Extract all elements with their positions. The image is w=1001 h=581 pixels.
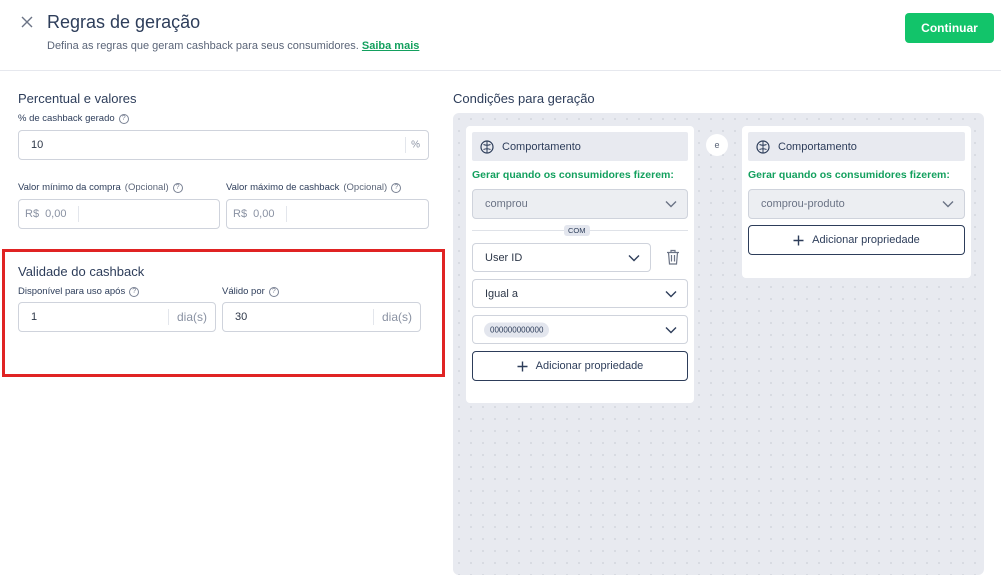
add-property-label: Adicionar propriedade [812, 234, 920, 246]
page-title: Regras de geração [47, 12, 201, 32]
continue-button[interactable]: Continuar [905, 13, 994, 43]
chevron-down-icon [665, 326, 677, 333]
card-header: Comportamento [472, 132, 688, 161]
field-divider [286, 206, 287, 222]
max-cashback-label-text: Valor máximo de cashback [226, 182, 340, 193]
optional-tag: (Opcional) [343, 182, 388, 193]
currency-symbol: R$ [25, 208, 40, 220]
value-select[interactable]: 000000000000 [472, 315, 688, 344]
chevron-down-icon [665, 201, 677, 208]
available-after-input[interactable]: 1 dia(s) [18, 302, 216, 332]
days-suffix: dia(s) [381, 310, 412, 324]
section-title-conditions: Condições para geração [453, 91, 595, 106]
currency-prefix: R$ 0,00 [233, 208, 274, 220]
valid-for-input[interactable]: 30 dia(s) [222, 302, 421, 332]
action-select-value: comprou-produto [761, 198, 845, 210]
max-cashback-label: Valor máximo de cashback (Opcional) ? [226, 182, 402, 193]
valid-for-label: Válido por ? [222, 286, 279, 297]
available-after-value: 1 [31, 311, 38, 323]
valid-for-value: 30 [235, 311, 248, 323]
chevron-down-icon [665, 290, 677, 297]
action-select[interactable]: comprou [472, 189, 688, 219]
cashback-percent-input[interactable]: 10 % [18, 130, 429, 160]
min-purchase-label: Valor mínimo da compra (Opcional) ? [18, 182, 183, 193]
currency-symbol: R$ [233, 208, 248, 220]
cashback-percent-value: 10 [31, 139, 44, 151]
behavior-card-2: Comportamento Gerar quando os consumidor… [742, 126, 971, 278]
card-instruction: Gerar quando os consumidores fizerem: [472, 169, 674, 181]
add-property-button[interactable]: Adicionar propriedade [748, 225, 965, 255]
behavior-card-1: Comportamento Gerar quando os consumidor… [466, 126, 694, 403]
info-icon[interactable]: ? [118, 113, 129, 124]
operator-select[interactable]: Igual a [472, 279, 688, 308]
chevron-down-icon [942, 201, 954, 208]
card-instruction: Gerar quando os consumidores fizerem: [748, 169, 950, 181]
available-after-label-text: Disponível para uso após [18, 286, 126, 297]
section-title-validity: Validade do cashback [18, 264, 145, 279]
card-header-label: Comportamento [778, 140, 857, 153]
operator-select-value: Igual a [485, 287, 519, 300]
card-header: Comportamento [748, 132, 965, 161]
percent-suffix: % [411, 139, 420, 151]
min-purchase-input[interactable]: R$ 0,00 [18, 199, 220, 229]
max-cashback-placeholder: 0,00 [253, 208, 275, 220]
info-icon[interactable]: ? [268, 286, 279, 297]
cashback-percent-label-text: % de cashback gerado [18, 113, 115, 124]
plus-icon [793, 235, 804, 245]
plus-icon [517, 361, 528, 371]
section-title-percent: Percentual e valores [18, 91, 137, 106]
subtitle-text: Defina as regras que geram cashback para… [47, 40, 359, 52]
field-divider [405, 137, 406, 153]
action-select[interactable]: comprou-produto [748, 189, 965, 219]
info-icon[interactable]: ? [391, 182, 402, 193]
value-chip[interactable]: 000000000000 [484, 322, 550, 337]
card-header-label: Comportamento [502, 140, 581, 153]
available-after-label: Disponível para uso após ? [18, 286, 140, 297]
field-divider [78, 206, 79, 222]
info-icon[interactable]: ? [129, 286, 140, 297]
brain-icon [480, 139, 494, 154]
add-property-button[interactable]: Adicionar propriedade [472, 351, 688, 381]
cashback-percent-label: % de cashback gerado ? [18, 113, 129, 124]
property-select-value: User ID [485, 251, 523, 264]
trash-icon[interactable] [666, 249, 680, 265]
brain-icon [756, 139, 770, 154]
field-divider [373, 309, 374, 325]
learn-more-link[interactable]: Saiba mais [362, 40, 419, 52]
com-badge: COM [564, 225, 590, 236]
chevron-down-icon [628, 254, 640, 261]
and-connector: e [706, 134, 728, 156]
currency-prefix: R$ 0,00 [25, 208, 66, 220]
property-select[interactable]: User ID [472, 243, 651, 272]
days-suffix: dia(s) [176, 310, 207, 324]
field-divider [168, 309, 169, 325]
min-purchase-placeholder: 0,00 [45, 208, 67, 220]
min-purchase-label-text: Valor mínimo da compra [18, 182, 121, 193]
close-icon[interactable] [17, 12, 37, 32]
action-select-value: comprou [485, 198, 528, 210]
page-header: Regras de geração Defina as regras que g… [0, 0, 1001, 71]
page-subtitle: Defina as regras que geram cashback para… [47, 40, 419, 52]
optional-tag: (Opcional) [124, 182, 169, 193]
max-cashback-input[interactable]: R$ 0,00 [226, 199, 429, 229]
info-icon[interactable]: ? [172, 182, 183, 193]
valid-for-label-text: Válido por [222, 286, 265, 297]
add-property-label: Adicionar propriedade [535, 360, 644, 372]
